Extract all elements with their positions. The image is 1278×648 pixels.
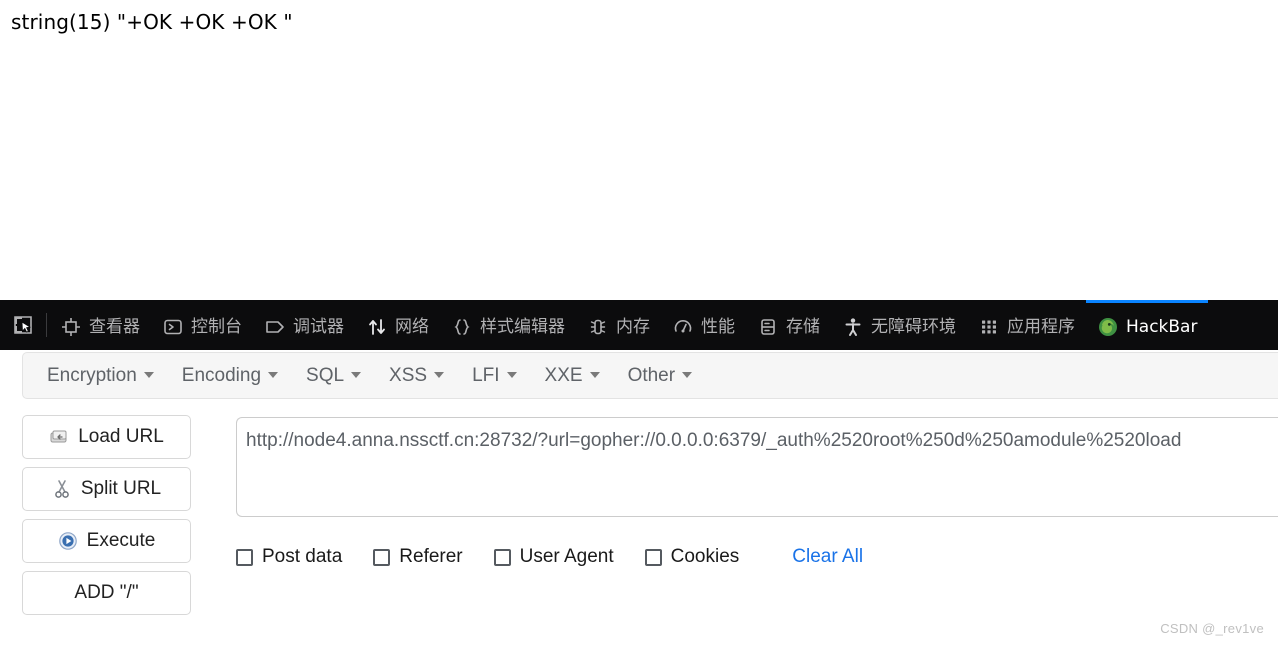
checkbox-label: Referer bbox=[399, 546, 463, 567]
chevron-down-icon bbox=[434, 371, 445, 378]
devtools-tab-label: 网络 bbox=[395, 317, 429, 337]
devtools-tab-label: 控制台 bbox=[191, 317, 242, 337]
var-dump-output: string(15) "+OK +OK +OK " bbox=[11, 10, 293, 34]
devtools-tab-label: 调试器 bbox=[293, 317, 344, 337]
devtools-tab-inspector[interactable]: 查看器 bbox=[49, 300, 151, 350]
url-input-field[interactable]: http://node4.anna.nssctf.cn:28732/?url=g… bbox=[236, 417, 1278, 517]
hackbar-options-row: Post data Referer User Agent Cookies Cle… bbox=[236, 546, 863, 568]
menu-lfi[interactable]: LFI bbox=[458, 365, 530, 387]
load-url-icon bbox=[49, 427, 69, 447]
post-data-checkbox[interactable]: Post data bbox=[236, 546, 342, 568]
devtools-tab-label: 内存 bbox=[616, 317, 650, 337]
load-url-button[interactable]: Load URL bbox=[22, 415, 191, 459]
devtools-tab-performance[interactable]: 性能 bbox=[661, 300, 746, 350]
add-slash-button[interactable]: ADD "/" bbox=[22, 571, 191, 615]
referer-checkbox[interactable]: Referer bbox=[373, 546, 463, 568]
inspector-icon bbox=[60, 316, 82, 338]
execute-button[interactable]: Execute bbox=[22, 519, 191, 563]
accessibility-icon bbox=[842, 316, 864, 338]
hackbar-icon bbox=[1097, 316, 1119, 338]
menu-xxe[interactable]: XXE bbox=[531, 365, 614, 387]
menu-label: SQL bbox=[306, 364, 345, 386]
menu-other[interactable]: Other bbox=[614, 365, 707, 387]
devtools-tab-label: 样式编辑器 bbox=[480, 317, 565, 337]
menu-label: XXE bbox=[544, 364, 583, 386]
element-picker-button[interactable] bbox=[0, 300, 46, 350]
style-editor-icon bbox=[451, 316, 473, 338]
menu-encoding[interactable]: Encoding bbox=[168, 365, 292, 387]
button-label: ADD "/" bbox=[74, 582, 139, 603]
devtools-tab-label: HackBar bbox=[1126, 317, 1198, 337]
hackbar-panel: Encryption Encoding SQL XSS LFI XXE Othe… bbox=[0, 350, 1278, 648]
split-url-button[interactable]: Split URL bbox=[22, 467, 191, 511]
devtools-tab-label: 性能 bbox=[701, 317, 735, 337]
devtools-tab-label: 查看器 bbox=[89, 317, 140, 337]
devtools-tab-accessibility[interactable]: 无障碍环境 bbox=[831, 300, 967, 350]
application-icon bbox=[978, 316, 1000, 338]
network-icon bbox=[366, 316, 388, 338]
checkbox-box-icon bbox=[236, 548, 253, 566]
storage-icon bbox=[757, 316, 779, 338]
checkbox-label: Cookies bbox=[670, 546, 740, 567]
performance-icon bbox=[672, 316, 694, 338]
user-agent-checkbox[interactable]: User Agent bbox=[493, 546, 614, 568]
button-label: Split URL bbox=[80, 478, 162, 499]
menu-label: XSS bbox=[389, 364, 428, 386]
devtools-tab-label: 存储 bbox=[786, 317, 820, 337]
split-url-icon bbox=[52, 479, 72, 499]
checkbox-box-icon bbox=[644, 548, 662, 566]
devtools-tab-application[interactable]: 应用程序 bbox=[967, 300, 1086, 350]
watermark-text: CSDN @_rev1ve bbox=[1160, 621, 1264, 636]
devtools-tab-hackbar[interactable]: HackBar bbox=[1086, 300, 1209, 350]
chevron-down-icon bbox=[143, 371, 154, 378]
button-label: Load URL bbox=[78, 426, 164, 447]
menu-sql[interactable]: SQL bbox=[292, 365, 375, 387]
devtools-tab-style-editor[interactable]: 样式编辑器 bbox=[440, 300, 576, 350]
devtools-tab-debugger[interactable]: 调试器 bbox=[253, 300, 355, 350]
clear-all-link[interactable]: Clear All bbox=[792, 546, 863, 568]
element-picker-icon bbox=[12, 314, 34, 336]
url-input-value: http://node4.anna.nssctf.cn:28732/?url=g… bbox=[246, 430, 1182, 451]
execute-icon bbox=[58, 531, 78, 551]
devtools-tab-storage[interactable]: 存储 bbox=[746, 300, 831, 350]
hackbar-button-column: Load URL Split URL Execute ADD "/" bbox=[22, 415, 191, 623]
devtools-tab-network[interactable]: 网络 bbox=[355, 300, 440, 350]
toolbar-divider bbox=[46, 313, 47, 337]
devtools-tab-label: 无障碍环境 bbox=[871, 317, 956, 337]
devtools-tab-console[interactable]: 控制台 bbox=[151, 300, 253, 350]
devtools-tab-memory[interactable]: 内存 bbox=[576, 300, 661, 350]
chevron-down-icon bbox=[589, 371, 600, 378]
checkbox-box-icon bbox=[373, 548, 391, 566]
checkbox-label: User Agent bbox=[519, 546, 614, 567]
devtools-tab-strip: 查看器 控制台 调试器 网络 样式编辑器 内存 性能 存储 无障碍环境 应用程序… bbox=[0, 300, 1278, 350]
checkbox-label: Post data bbox=[262, 546, 343, 567]
menu-label: Encoding bbox=[181, 364, 262, 386]
menu-xss[interactable]: XSS bbox=[375, 365, 458, 387]
chevron-down-icon bbox=[351, 371, 362, 378]
debugger-icon bbox=[264, 316, 286, 338]
chevron-down-icon bbox=[268, 371, 279, 378]
devtools-tab-label: 应用程序 bbox=[1007, 317, 1075, 337]
menu-label: LFI bbox=[472, 364, 500, 386]
memory-icon bbox=[587, 316, 609, 338]
menu-label: Encryption bbox=[47, 364, 137, 386]
console-icon bbox=[162, 316, 184, 338]
menu-label: Other bbox=[627, 364, 676, 386]
checkbox-box-icon bbox=[493, 548, 511, 566]
button-label: Execute bbox=[86, 530, 156, 551]
page-output-area: string(15) "+OK +OK +OK " bbox=[0, 0, 1278, 300]
chevron-down-icon bbox=[682, 371, 693, 378]
menu-encryption[interactable]: Encryption bbox=[33, 365, 168, 387]
cookies-checkbox[interactable]: Cookies bbox=[644, 546, 740, 568]
chevron-down-icon bbox=[506, 371, 517, 378]
hackbar-menubar: Encryption Encoding SQL XSS LFI XXE Othe… bbox=[22, 352, 1278, 399]
